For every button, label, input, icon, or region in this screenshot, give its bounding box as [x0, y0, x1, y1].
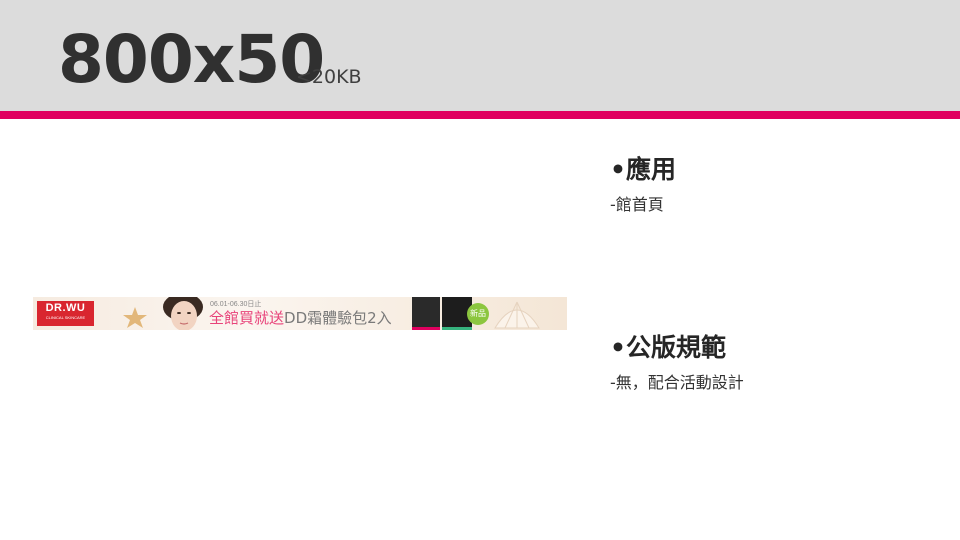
promo-date: 06.01-06.30日止: [210, 301, 262, 308]
section-heading: •應用: [610, 155, 676, 184]
section-item: -無，配合活動設計: [610, 373, 744, 392]
ad-banner-preview: DR.WU CLINICAL SKINCARE 06.01-06.30日止 全館…: [33, 297, 567, 330]
promo-text: 全館買就送DD霜體驗包2入: [209, 309, 392, 327]
brand-logo-subtext: CLINICAL SKINCARE: [45, 315, 86, 320]
product-box-icon: [412, 297, 440, 330]
header-accent-bar: [0, 111, 960, 119]
brand-logo-text: DR.WU: [45, 302, 86, 314]
size-limit-label: <20KB: [296, 66, 362, 88]
promo-highlight: 全館買就送: [209, 309, 285, 327]
brand-logo: DR.WU CLINICAL SKINCARE: [37, 301, 94, 326]
new-badge: 新品: [467, 303, 489, 325]
slide-title: 800x50: [58, 21, 325, 98]
section-usage: •應用 -館首頁: [610, 155, 676, 215]
woman-face-image: [163, 297, 203, 330]
seashell-icon: [494, 301, 540, 329]
promo-offer: DD霜體驗包2入: [284, 309, 392, 327]
section-item: -館首頁: [610, 195, 664, 214]
section-spec: •公版規範 -無，配合活動設計: [610, 333, 744, 393]
section-heading: •公版規範: [610, 333, 726, 362]
starfish-shell-icon: [123, 307, 147, 328]
